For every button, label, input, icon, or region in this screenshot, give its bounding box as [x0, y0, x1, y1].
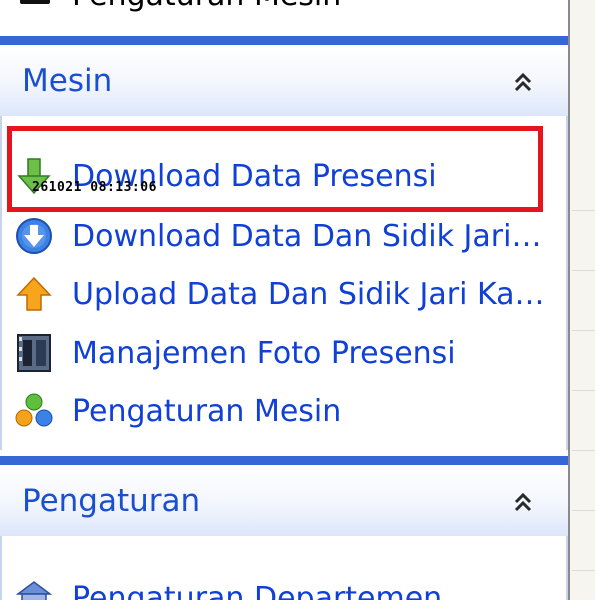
item-label: Pengaturan Departemen	[72, 580, 443, 600]
collapse-chevron-up-icon[interactable]	[508, 487, 538, 517]
collapse-chevron-up-icon[interactable]	[508, 67, 538, 97]
black-icon	[20, 0, 50, 4]
pengaturan-section-title: Pengaturan	[22, 483, 201, 519]
orange-up-arrow-icon	[14, 274, 54, 314]
previous-item-label: Pengaturan Mesin	[72, 0, 341, 13]
mesin-section-title: Mesin	[22, 63, 113, 99]
timestamp-overlay: 261021 08:13:06	[32, 180, 157, 195]
photo-film-icon	[14, 333, 54, 373]
department-icon	[14, 578, 54, 600]
right-panel-edge	[568, 0, 595, 600]
pengaturan-section-header[interactable]: Pengaturan	[0, 456, 568, 536]
pengaturan-departemen-link[interactable]: Pengaturan Departemen	[14, 573, 554, 600]
item-label: Upload Data Dan Sidik Jari Kary...	[72, 276, 550, 312]
pengaturan-mesin-link[interactable]: Pengaturan Mesin	[14, 386, 554, 436]
manajemen-foto-link[interactable]: Manajemen Foto Presensi	[14, 328, 554, 378]
mesin-section-header[interactable]: Mesin	[0, 36, 568, 116]
item-label: Manajemen Foto Presensi	[72, 335, 456, 371]
previous-item[interactable]: Pengaturan Mesin	[0, 0, 568, 13]
task-pane: Pengaturan Mesin Mesin Download Data Pre…	[0, 0, 568, 600]
item-label: Download Data Dan Sidik Jari K...	[72, 218, 550, 254]
upload-sidik-jari-link[interactable]: Upload Data Dan Sidik Jari Kary...	[14, 269, 554, 319]
blue-down-circle-icon	[14, 216, 54, 256]
download-sidik-jari-link[interactable]: Download Data Dan Sidik Jari K...	[14, 211, 554, 261]
item-label: Pengaturan Mesin	[72, 393, 342, 429]
colored-balls-icon	[14, 391, 54, 431]
